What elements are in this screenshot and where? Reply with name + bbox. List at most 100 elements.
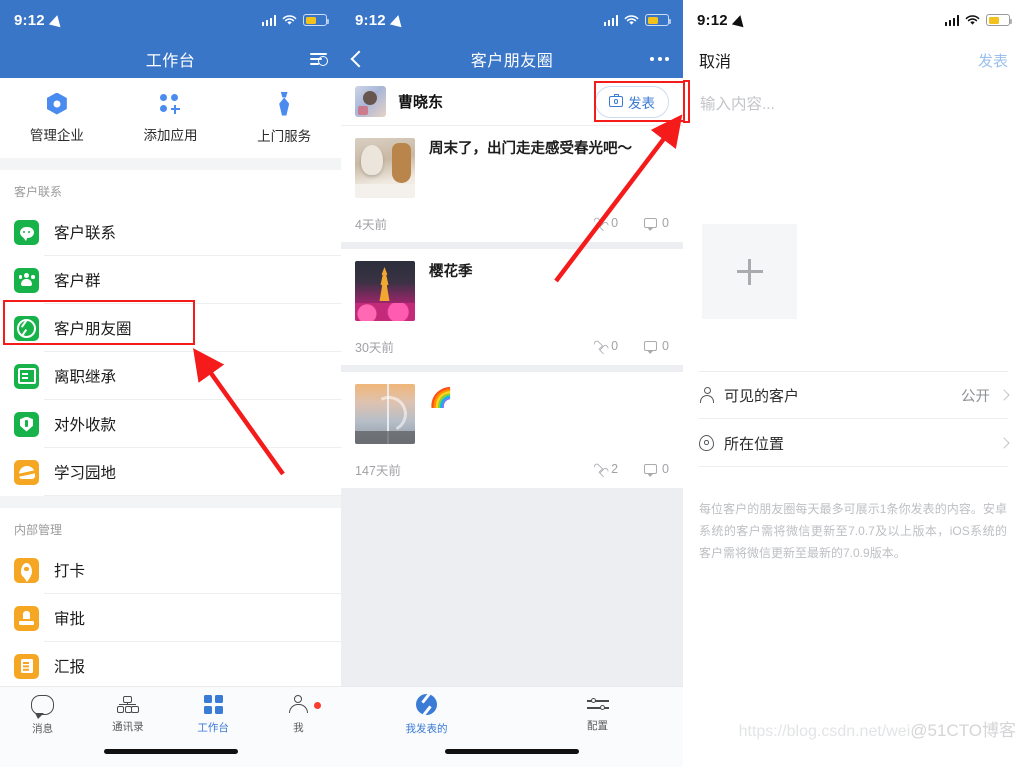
status-time: 9:12 [14, 11, 45, 29]
watermark-url: https://blog.csdn.net/wei [738, 723, 911, 740]
sidebar-item-label: 学习园地 [54, 465, 117, 482]
status-indicators [261, 14, 329, 26]
watermark: https://blog.csdn.net/wei @51CTO博客 [739, 716, 1016, 741]
tab-contacts[interactable]: 通讯录 [85, 696, 170, 734]
like-count: 2 [611, 462, 619, 476]
heart-icon [594, 218, 606, 229]
quick-action-label: 管理企业 [29, 127, 84, 143]
chevron-left-icon[interactable] [350, 50, 368, 68]
tab-config[interactable]: 配置 [512, 697, 683, 733]
chevron-right-icon [998, 437, 1010, 449]
tab-my-posts[interactable]: 我发表的 [341, 694, 512, 736]
post-button[interactable]: 发表 [978, 50, 1008, 71]
battery-icon [986, 14, 1012, 26]
pin-icon [14, 557, 39, 583]
status-bar: 9:12 [683, 0, 1024, 40]
quick-action-add-app[interactable]: 添加应用 [114, 78, 228, 158]
post-text: 🌈 [429, 388, 453, 409]
wifi-icon [965, 14, 980, 25]
report-icon [14, 653, 39, 679]
location-arrow-icon [731, 13, 746, 27]
status-indicators [603, 14, 671, 26]
sidebar-item-label: 客户联系 [54, 225, 117, 242]
customer-moments-panel: 9:12 客户朋友圈 曹晓东 发表 周末了，出门走走感受春光吧～ 4天前 0 0… [341, 0, 683, 767]
book-icon [14, 459, 39, 485]
tab-label: 工作台 [197, 722, 229, 734]
option-value: 公开 [961, 388, 990, 405]
sidebar-item-label: 汇报 [54, 659, 86, 676]
sidebar-item-label: 审批 [54, 611, 86, 628]
more-dots-icon[interactable] [650, 57, 669, 61]
post-text: 樱花季 [429, 264, 473, 280]
section-gap [0, 158, 341, 170]
sidebar-item-label: 客户朋友圈 [54, 321, 132, 338]
status-bar: 9:12 [0, 0, 341, 40]
sidebar-item-customer-group[interactable]: 客户群 [0, 256, 341, 304]
avatar [355, 86, 386, 117]
grid-icon [203, 695, 223, 714]
quick-action-label: 添加应用 [143, 127, 198, 143]
tab-label: 我 [293, 722, 304, 734]
tab-label: 通讯录 [112, 721, 144, 733]
tab-messages[interactable]: 消息 [0, 694, 85, 736]
signal-bars-icon [261, 14, 276, 26]
cancel-button[interactable]: 取消 [699, 48, 731, 72]
quick-action-manage-company[interactable]: 管理企业 [0, 78, 114, 158]
message-icon [31, 694, 55, 719]
sidebar-item-resignation-handover[interactable]: 离职继承 [0, 352, 341, 400]
like-count: 0 [611, 216, 619, 230]
sidebar-item-learning-center[interactable]: 学习园地 [0, 448, 341, 496]
post-thumbnail[interactable] [355, 138, 415, 198]
tab-workbench[interactable]: 工作台 [171, 695, 256, 735]
post-item[interactable]: 周末了，出门走走感受春光吧～ 4天前 0 0 [341, 126, 683, 242]
list-settings-icon[interactable] [310, 53, 328, 66]
option-label: 所在位置 [724, 435, 785, 453]
publish-button-label: 发表 [628, 95, 655, 111]
compose-navbar: 取消 发表 [683, 40, 1024, 80]
post-time: 4天前 [355, 217, 387, 232]
post-thumbnail[interactable] [355, 261, 415, 321]
section-header-internal: 内部管理 [0, 508, 341, 546]
publish-button[interactable]: 发表 [595, 85, 669, 118]
camera-icon [609, 93, 623, 107]
battery-icon [303, 14, 329, 26]
sidebar-item-external-payment[interactable]: 对外收款 [0, 400, 341, 448]
status-time-group: 9:12 [697, 11, 746, 29]
person-icon [699, 387, 714, 403]
page-title: 工作台 [145, 53, 196, 70]
sidebar-item-report[interactable]: 汇报 [0, 642, 341, 687]
post-thumbnail[interactable] [355, 384, 415, 444]
group-icon [14, 267, 39, 293]
visible-customers-option[interactable]: 可见的客户 公开 [683, 371, 1024, 419]
location-option[interactable]: 所在位置 [683, 419, 1024, 467]
tab-me[interactable]: 我 [256, 695, 341, 735]
mid-tabbar: 我发表的 配置 [341, 686, 683, 767]
sidebar-item-customer-contact[interactable]: 客户联系 [0, 208, 341, 256]
left-tabbar: 消息 通讯录 工作台 我 [0, 686, 341, 767]
post-item[interactable]: 樱花季 30天前 0 0 [341, 249, 683, 365]
wifi-icon [282, 14, 297, 25]
tie-icon [275, 92, 293, 116]
hexagon-icon [46, 92, 67, 115]
quick-action-onsite-service[interactable]: 上门服务 [227, 78, 341, 158]
comment-icon [644, 341, 658, 354]
add-photo-button[interactable] [702, 224, 797, 319]
status-time: 9:12 [697, 11, 728, 29]
watermark-tag: @51CTO博客 [910, 721, 1016, 740]
sidebar-item-label: 对外收款 [54, 417, 117, 434]
sidebar-item-approval[interactable]: 审批 [0, 594, 341, 642]
battery-icon [645, 14, 671, 26]
post-item[interactable]: 🌈 147天前 2 0 [341, 372, 683, 488]
sidebar-item-customer-moments[interactable]: 客户朋友圈 [0, 304, 341, 352]
sidebar-item-label: 打卡 [54, 563, 86, 580]
moments-feed[interactable]: 周末了，出门走走感受春光吧～ 4天前 0 0 樱花季 30天前 0 0 🌈 14… [341, 126, 683, 687]
content-input-placeholder[interactable]: 输入内容... [700, 92, 1008, 114]
location-arrow-icon [48, 13, 63, 27]
like-stat: 2 [594, 462, 618, 476]
sidebar-item-checkin[interactable]: 打卡 [0, 546, 341, 594]
page-title: 客户朋友圈 [470, 53, 554, 70]
shutter-icon [14, 315, 39, 341]
location-pin-icon [699, 435, 714, 451]
status-time-group: 9:12 [14, 11, 63, 29]
heart-icon [594, 464, 606, 475]
